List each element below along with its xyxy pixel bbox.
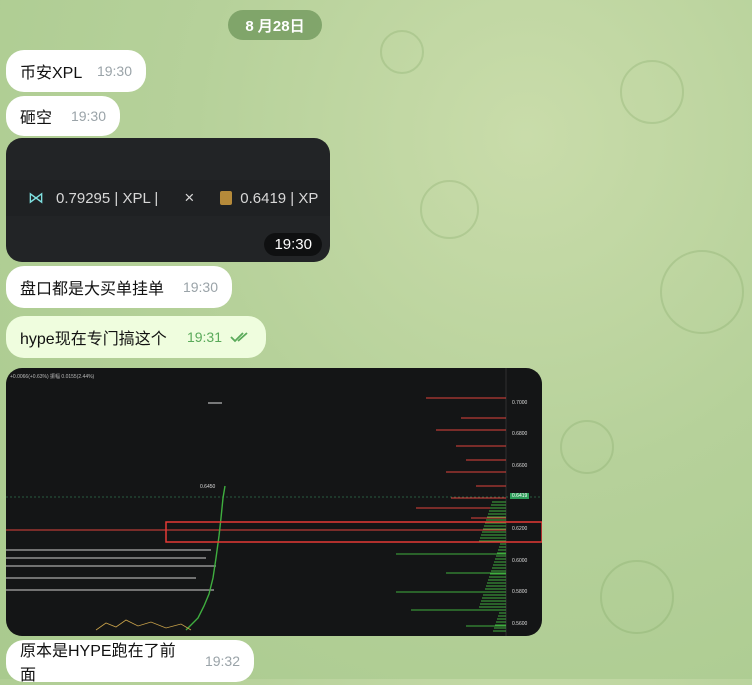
- close-icon: ×: [184, 188, 195, 207]
- price-tick: 0.6800: [512, 431, 528, 437]
- message-time: 19:30: [264, 233, 322, 256]
- background-doodle: [600, 560, 674, 634]
- message-bubble[interactable]: 盘口都是大买单挂单 19:30: [6, 266, 232, 308]
- image-message[interactable]: ⋈ 0.79295 | XPL | × 0.6419 | XP 19:30: [6, 138, 330, 262]
- price-tick: 0.5800: [512, 589, 528, 595]
- price-tick-current: 0.6419: [510, 493, 530, 499]
- chart-image-message[interactable]: +0.0066(+0.63%) 振幅 0.0155(2.44%) 0.6450 …: [6, 368, 542, 636]
- message-text: 盘口都是大买单挂单: [20, 281, 165, 298]
- message-bubble[interactable]: 币安XPL 19:30: [6, 50, 146, 92]
- background-doodle: [380, 30, 424, 74]
- message-bubble[interactable]: 砸空 19:30: [6, 96, 120, 136]
- background-doodle: [660, 250, 744, 334]
- ticker-text: 0.6419 | XP: [240, 189, 319, 207]
- message-text: 币安XPL: [20, 65, 83, 82]
- message-time: 19:30: [70, 108, 106, 124]
- xpl-icon: ⋈: [28, 190, 44, 207]
- message-time: 19:31: [186, 329, 222, 345]
- ticker-strip: ⋈ 0.79295 | XPL | × 0.6419 | XP: [6, 180, 330, 216]
- orderbook-chart: [6, 368, 542, 636]
- ticker-text: 0.79295 | XPL |: [56, 189, 159, 207]
- background-doodle: [620, 60, 684, 124]
- message-time: 19:30: [182, 279, 218, 295]
- background-doodle: [560, 420, 614, 474]
- message-time: 19:30: [96, 63, 132, 79]
- message-bubble[interactable]: 原本是HYPE跑在了前面 19:32: [6, 640, 254, 684]
- price-tick: 0.5600: [512, 621, 528, 627]
- message-text: 砸空: [20, 110, 53, 127]
- price-tick: 0.7000: [512, 400, 528, 406]
- read-checkmarks-icon: [230, 331, 252, 343]
- background-doodle: [420, 180, 479, 239]
- date-separator: 8 月28日: [228, 10, 322, 40]
- high-price-label: 0.6450: [200, 484, 216, 490]
- message-text: hype现在专门搞这个: [20, 331, 167, 348]
- price-tick: 0.6000: [512, 558, 528, 564]
- message-time: 19:32: [204, 653, 240, 669]
- message-text: 原本是HYPE跑在了前面: [20, 643, 176, 684]
- price-tick: 0.6200: [512, 526, 528, 532]
- price-tick: 0.6600: [512, 463, 528, 469]
- message-bubble-outgoing[interactable]: hype现在专门搞这个 19:31: [6, 316, 266, 358]
- token-icon: [220, 191, 233, 205]
